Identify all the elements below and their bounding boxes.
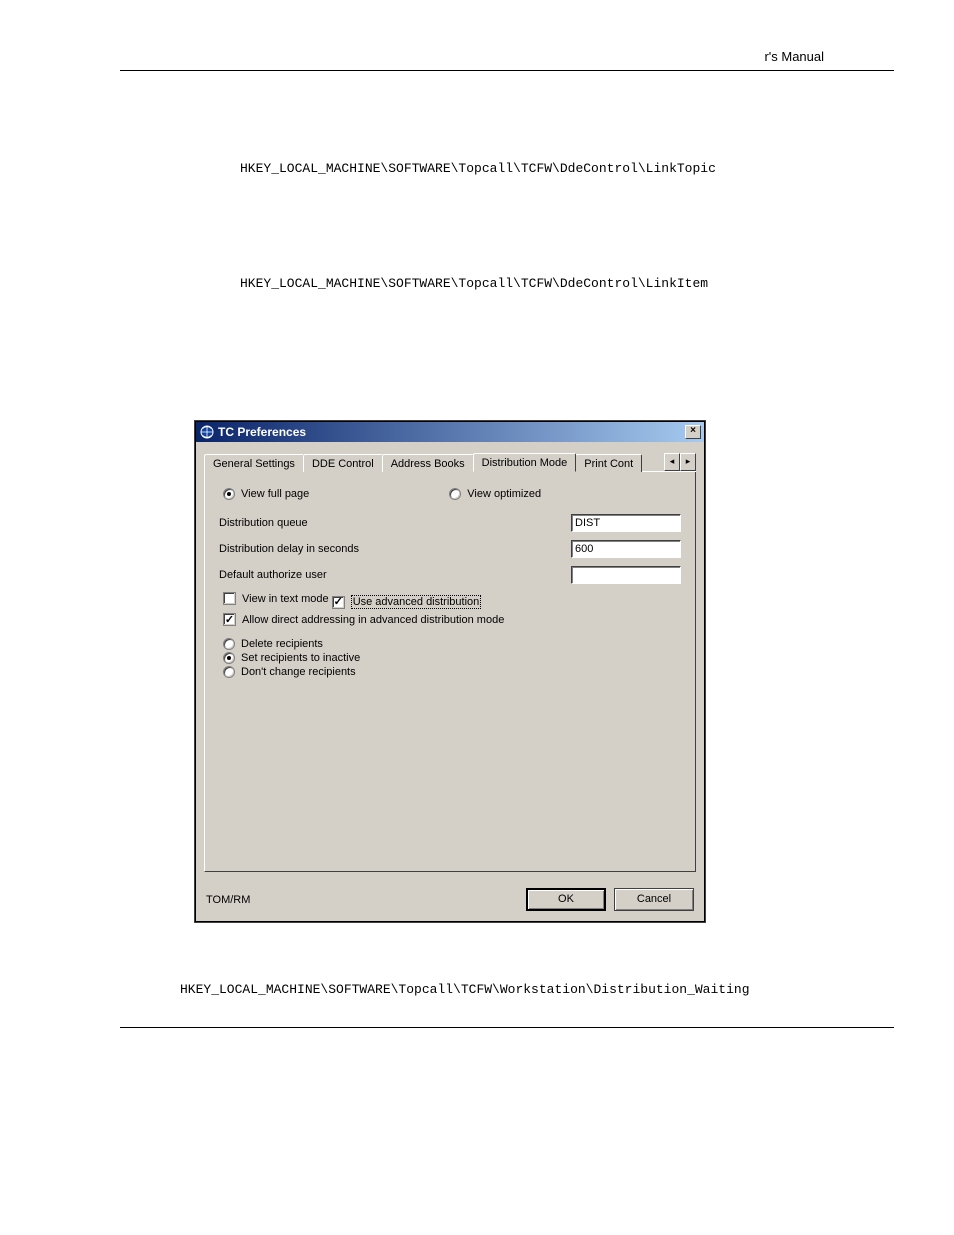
delay-input[interactable] xyxy=(571,540,681,558)
header-rule xyxy=(120,70,894,71)
preferences-dialog: TC Preferences × General Settings DDE Co… xyxy=(195,421,705,922)
radio-label: View optimized xyxy=(467,488,541,500)
checkbox-label: Allow direct addressing in advanced dist… xyxy=(242,614,504,626)
auth-user-input[interactable] xyxy=(571,566,681,584)
auth-user-label: Default authorize user xyxy=(219,569,479,581)
tab-address-books[interactable]: Address Books xyxy=(382,454,474,472)
footer-rule xyxy=(120,1027,894,1028)
dialog-footer: TOM/RM OK Cancel xyxy=(196,880,704,921)
radio-icon xyxy=(223,638,235,650)
radio-dont-change-recipients[interactable]: Don't change recipients xyxy=(223,666,681,678)
tab-scroll-left[interactable]: ◂ xyxy=(664,453,680,471)
dist-queue-label: Distribution queue xyxy=(219,517,479,529)
registry-path-dist-waiting: HKEY_LOCAL_MACHINE\SOFTWARE\Topcall\TCFW… xyxy=(180,982,894,997)
radio-icon xyxy=(223,488,235,500)
radio-delete-recipients[interactable]: Delete recipients xyxy=(223,638,681,650)
tabstrip: General Settings DDE Control Address Boo… xyxy=(204,450,696,472)
header-right-text: r's Manual xyxy=(764,49,824,64)
tab-panel-distribution: View full page View optimized Distributi… xyxy=(204,472,696,872)
checkbox-icon xyxy=(223,613,236,626)
titlebar[interactable]: TC Preferences × xyxy=(196,422,704,442)
tab-print-cont[interactable]: Print Cont xyxy=(575,454,642,472)
dialog-title: TC Preferences xyxy=(218,425,685,439)
radio-label: Set recipients to inactive xyxy=(241,652,360,664)
status-text: TOM/RM xyxy=(206,894,518,906)
checkbox-advanced-distribution[interactable]: Use advanced distribution xyxy=(332,595,482,609)
checkbox-text-mode[interactable]: View in text mode xyxy=(223,592,329,605)
checkbox-label: Use advanced distribution xyxy=(351,595,482,609)
registry-path-linkitem: HKEY_LOCAL_MACHINE\SOFTWARE\Topcall\TCFW… xyxy=(240,276,894,291)
delay-label: Distribution delay in seconds xyxy=(219,543,479,555)
radio-icon xyxy=(449,488,461,500)
app-icon xyxy=(200,425,214,439)
tab-distribution-mode[interactable]: Distribution Mode xyxy=(473,453,577,472)
radio-view-optimized[interactable]: View optimized xyxy=(449,488,541,500)
checkbox-icon xyxy=(332,596,345,609)
radio-label: View full page xyxy=(241,488,309,500)
radio-icon xyxy=(223,652,235,664)
tab-general-settings[interactable]: General Settings xyxy=(204,454,304,472)
cancel-button[interactable]: Cancel xyxy=(614,888,694,911)
radio-label: Delete recipients xyxy=(241,638,323,650)
checkbox-label: View in text mode xyxy=(242,593,329,605)
radio-icon xyxy=(223,666,235,678)
close-button[interactable]: × xyxy=(685,425,701,439)
tab-scroll-right[interactable]: ▸ xyxy=(680,453,696,471)
tab-dde-control[interactable]: DDE Control xyxy=(303,454,383,472)
dist-queue-input[interactable] xyxy=(571,514,681,532)
ok-button[interactable]: OK xyxy=(526,888,606,911)
checkbox-icon xyxy=(223,592,236,605)
radio-label: Don't change recipients xyxy=(241,666,356,678)
radio-view-full-page[interactable]: View full page xyxy=(223,488,309,500)
registry-path-linktopic: HKEY_LOCAL_MACHINE\SOFTWARE\Topcall\TCFW… xyxy=(240,161,894,176)
radio-set-recipients-inactive[interactable]: Set recipients to inactive xyxy=(223,652,681,664)
checkbox-allow-direct-addressing[interactable]: Allow direct addressing in advanced dist… xyxy=(223,613,504,626)
